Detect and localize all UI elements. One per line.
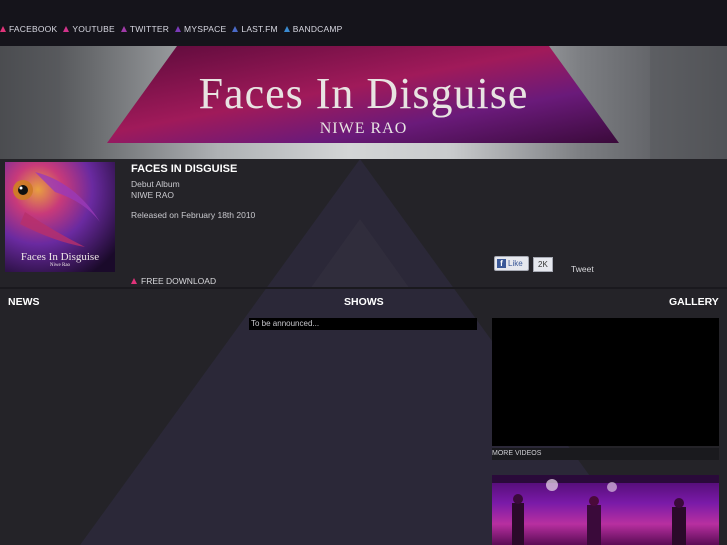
album-title: FACES IN DISGUISE (131, 163, 238, 175)
triangle-icon (63, 26, 70, 32)
top-bar: FACEBOOK YOUTUBE TWITTER MYSPACE LAST.FM… (0, 0, 727, 46)
section-divider (0, 287, 727, 289)
facebook-icon: f (497, 259, 506, 268)
band-photo-image (492, 475, 719, 545)
triangle-icon (232, 26, 239, 32)
tweet-button[interactable]: Tweet (571, 264, 594, 274)
cover-subtitle: Niwe Rao (49, 263, 71, 268)
more-videos-link[interactable]: MORE VIDEOS (492, 448, 719, 460)
social-link-facebook[interactable]: FACEBOOK (0, 24, 57, 34)
cover-title: Faces In Disguise (20, 251, 100, 263)
triangle-icon (283, 26, 290, 32)
triangle-icon (0, 26, 6, 32)
triangle-icon (175, 26, 182, 32)
shows-heading: SHOWS (344, 296, 384, 308)
gallery-heading: GALLERY (669, 296, 719, 308)
facebook-like-button[interactable]: f Like (494, 256, 529, 271)
like-count: 2K (533, 257, 553, 272)
banner-title: Faces In Disguise (198, 69, 529, 118)
news-heading: NEWS (8, 296, 40, 308)
show-item: To be announced... (249, 318, 477, 330)
social-link-myspace[interactable]: MYSPACE (175, 24, 226, 34)
video-player[interactable] (492, 318, 719, 446)
album-cover[interactable]: Faces In Disguise Niwe Rao (5, 162, 115, 272)
social-link-twitter[interactable]: TWITTER (120, 24, 169, 34)
free-download-link[interactable]: FREE DOWNLOAD (131, 276, 216, 286)
triangle-icon (120, 26, 127, 32)
release-date: Released on February 18th 2010 (131, 210, 256, 220)
social-link-lastfm[interactable]: LAST.FM (232, 24, 278, 34)
social-link-bandcamp[interactable]: BANDCAMP (283, 24, 343, 34)
social-link-youtube[interactable]: YOUTUBE (63, 24, 115, 34)
album-type: Debut Album (131, 179, 180, 189)
social-links: FACEBOOK YOUTUBE TWITTER MYSPACE LAST.FM… (0, 24, 343, 34)
triangle-icon (131, 278, 137, 284)
header-banner: Faces In Disguise NIWE RAO (0, 46, 727, 159)
banner-subtitle: NIWE RAO (319, 120, 408, 137)
album-artist: NIWE RAO (131, 190, 174, 200)
gallery-photo[interactable] (492, 475, 719, 545)
